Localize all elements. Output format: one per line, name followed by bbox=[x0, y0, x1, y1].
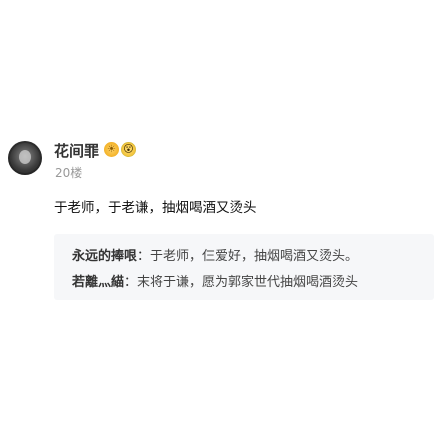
reply-author[interactable]: 永远的捧哏 bbox=[72, 249, 137, 264]
username[interactable]: 花间罪 bbox=[54, 142, 99, 160]
sun-badge-icon: ☀ bbox=[104, 142, 119, 157]
avatar[interactable] bbox=[8, 141, 42, 175]
reply-separator: ： bbox=[124, 275, 138, 290]
reply-separator: ： bbox=[137, 249, 151, 264]
reply-list: 永远的捧哏：于老师，仨爱好，抽烟喝酒又烫头。 若離灬緢：末将于谦，愿为郭家世代抽… bbox=[54, 234, 434, 300]
reply-author[interactable]: 若離灬緢 bbox=[72, 275, 124, 290]
comment-text: 于老师，于老谦，抽烟喝酒又烫头 bbox=[54, 200, 257, 216]
reply-item[interactable]: 若離灬緢：末将于谦，愿为郭家世代抽烟喝酒烫头 bbox=[72, 274, 358, 292]
user-badges: ☀ 😮 bbox=[104, 142, 136, 157]
comment-item: 花间罪 ☀ 😮 20楼 于老师，于老谦，抽烟喝酒又烫头 永远的捧哏：于老师，仨爱… bbox=[0, 0, 434, 434]
reply-text: 末将于谦，愿为郭家世代抽烟喝酒烫头 bbox=[137, 275, 359, 290]
floor-number: 20楼 bbox=[55, 166, 83, 180]
emoji-face-icon: 😮 bbox=[121, 142, 136, 157]
reply-text: 于老师，仨爱好，抽烟喝酒又烫头。 bbox=[150, 249, 359, 264]
reply-item[interactable]: 永远的捧哏：于老师，仨爱好，抽烟喝酒又烫头。 bbox=[72, 248, 358, 266]
